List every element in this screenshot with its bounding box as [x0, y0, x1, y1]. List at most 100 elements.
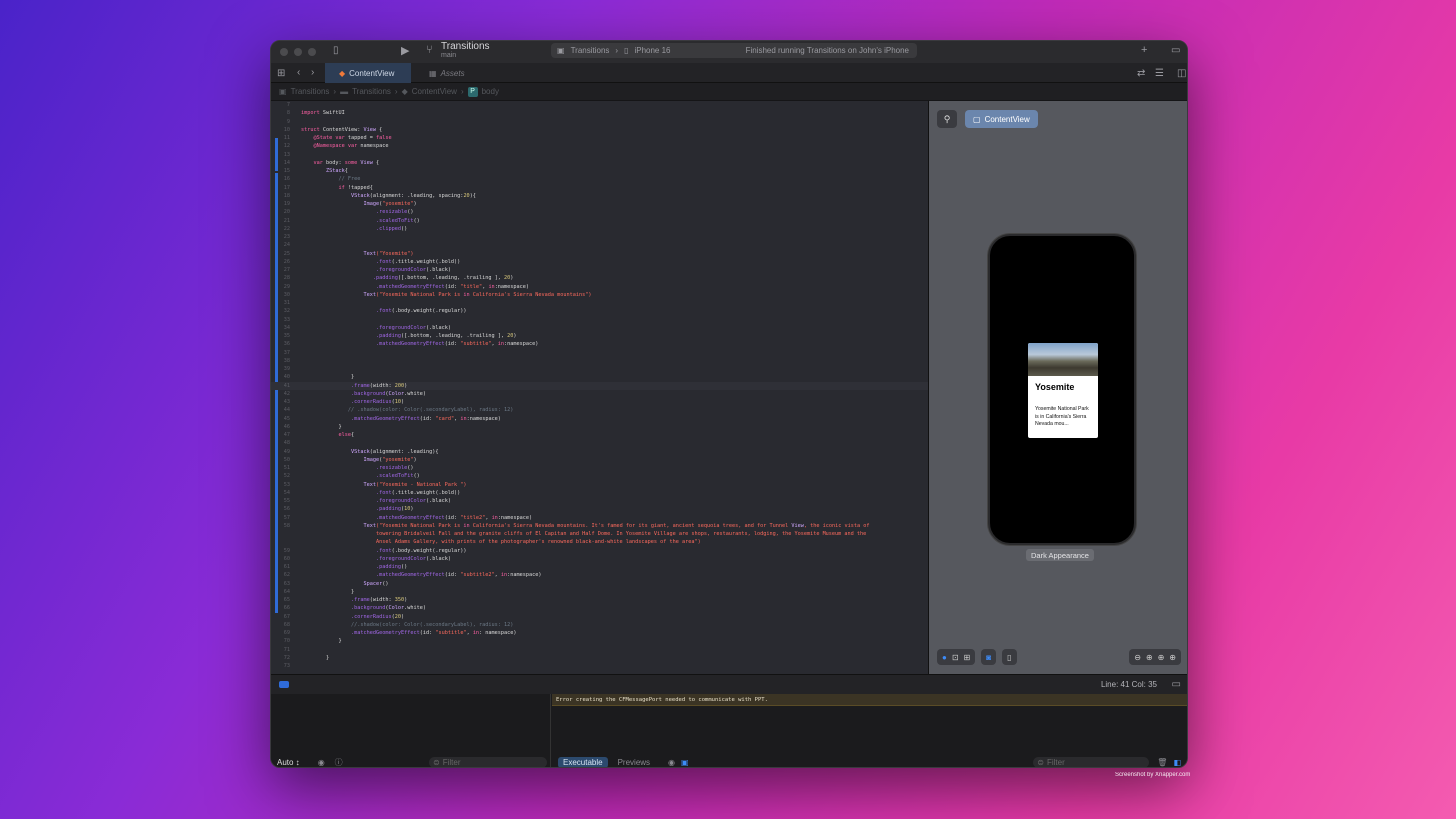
code-line[interactable]: 36 .matchedGeometryEffect(id: "subtitle"… [271, 340, 928, 348]
code-line[interactable]: 72 } [271, 654, 928, 662]
debug-area-toggle[interactable] [279, 681, 289, 688]
breadcrumb-item[interactable]: ContentView [412, 87, 457, 96]
grid-icon[interactable]: ⊞ [277, 68, 285, 79]
code-line[interactable]: 8 import SwiftUI [271, 109, 928, 117]
code-line[interactable]: 65 .frame(width: 350) [271, 596, 928, 604]
code-line[interactable]: 9 [271, 118, 928, 126]
eye-icon[interactable]: ◉ [668, 758, 675, 767]
code-line[interactable]: 59 .font(.body.weight(.regular)) [271, 547, 928, 555]
code-line[interactable]: 29 .matchedGeometryEffect(id: "title", i… [271, 283, 928, 291]
tab-assets[interactable]: ▦ Assets [415, 63, 479, 83]
panel-toggle-icon[interactable]: ▭ [1172, 679, 1181, 690]
zoom-100-icon[interactable]: ⊕ [1146, 653, 1153, 662]
play-icon[interactable]: ▶ [401, 44, 409, 57]
code-line[interactable]: 30 Text("Yosemite National Park is in Ca… [271, 291, 928, 299]
code-line[interactable]: 13 [271, 151, 928, 159]
yosemite-card[interactable]: Yosemite Yosemite National Park is in Ca… [1028, 343, 1098, 438]
live-icon[interactable]: ● [942, 653, 947, 662]
code-line[interactable]: 15 ZStack{ [271, 167, 928, 175]
appearance-label[interactable]: Dark Appearance [1026, 549, 1094, 561]
device-button[interactable]: ▯ [1002, 649, 1017, 665]
editor-options-icon[interactable]: ☰ [1155, 68, 1164, 79]
back-icon[interactable]: ‹ [297, 67, 300, 78]
breadcrumb-item[interactable]: Transitions [352, 87, 391, 96]
tab-contentview[interactable]: ◆ ContentView [325, 63, 411, 83]
code-line[interactable]: 10 struct ContentView: View { [271, 126, 928, 134]
code-line[interactable]: 62 .matchedGeometryEffect(id: "subtitle2… [271, 571, 928, 579]
auto-selector[interactable]: Auto ↕ [277, 758, 300, 767]
code-line[interactable]: 49 VStack(alignment: .leading){ [271, 448, 928, 456]
split-icon[interactable]: ◧ [1173, 758, 1181, 767]
code-line[interactable]: 52 .scaledToFit() [271, 472, 928, 480]
variants-icon[interactable]: ⊞ [964, 653, 971, 662]
pin-icon[interactable]: ⚲ [937, 110, 957, 128]
code-line[interactable]: 22 .clipped() [271, 225, 928, 233]
zoom-button[interactable] [308, 48, 316, 56]
code-line[interactable]: 64 } [271, 588, 928, 596]
code-line[interactable]: 63 Spacer() [271, 580, 928, 588]
console-filter[interactable]: ⊜ Filter [1033, 756, 1150, 767]
code-line[interactable]: 37 [271, 349, 928, 357]
code-line[interactable]: 60 .foregroundColor(.black) [271, 555, 928, 563]
code-line[interactable]: 12 @Namespace var namespace [271, 142, 928, 150]
zoom-fit-icon[interactable]: ⊕ [1158, 653, 1165, 662]
code-line[interactable]: 50 Image("yosemite") [271, 456, 928, 464]
refresh-icon[interactable]: ⇄ [1137, 68, 1145, 79]
code-line[interactable]: 14 var body: some View { [271, 159, 928, 167]
code-line[interactable]: 20 .resizable() [271, 208, 928, 216]
code-line[interactable]: 23 [271, 233, 928, 241]
scheme-target[interactable]: Transitions [571, 46, 610, 55]
code-line[interactable]: 27 .foregroundColor(.black) [271, 266, 928, 274]
selectable-icon[interactable]: ⊡ [952, 653, 959, 662]
code-line[interactable]: 66 .background(Color.white) [271, 604, 928, 612]
code-line[interactable]: 41 .frame(width: 200) [271, 381, 928, 390]
code-line[interactable]: 54 .font(.title.weight(.bold)) [271, 489, 928, 497]
minimize-button[interactable] [294, 48, 302, 56]
code-line[interactable]: 16 // Free [271, 175, 928, 183]
trash-icon[interactable]: 🗑 [1157, 758, 1167, 767]
info-icon[interactable]: ⓘ [335, 757, 343, 768]
code-line[interactable]: 24 [271, 241, 928, 249]
code-line[interactable]: 57 .matchedGeometryEffect(id: "title2", … [271, 514, 928, 522]
inspector-toggle-icon[interactable]: ▭ [1171, 45, 1180, 56]
code-line[interactable]: 58 Text("Yosemite National Park is in Ca… [271, 522, 928, 530]
code-line[interactable]: 35 .padding([.bottom, .leading, .trailin… [271, 332, 928, 340]
code-editor[interactable]: 7 8 import SwiftUI 9 10 struct ContentView: V… [271, 101, 928, 674]
code-line[interactable]: 26 .font(.title.weight(.bold)) [271, 258, 928, 266]
code-line[interactable]: 44 // .shadow(color: Color(.secondaryLab… [271, 406, 928, 414]
eye-icon[interactable]: ◉ [318, 758, 325, 767]
code-line[interactable]: 42 .background(Color.white) [271, 390, 928, 398]
code-line[interactable]: towering Bridalveil Fall and the granite… [271, 530, 928, 538]
device-preview[interactable]: Yosemite Yosemite National Park is in Ca… [988, 234, 1136, 545]
breadcrumb-item[interactable]: body [482, 87, 499, 96]
code-line[interactable]: 71 [271, 646, 928, 654]
forward-icon[interactable]: › [311, 67, 314, 78]
plus-icon[interactable]: + [1141, 44, 1147, 56]
code-line[interactable]: 19 Image("yosemite") [271, 200, 928, 208]
code-line[interactable]: 32 .font(.body.weight(.regular)) [271, 307, 928, 315]
code-line[interactable]: 51 .resizable() [271, 464, 928, 472]
code-line[interactable]: 67 .cornerRadius(20) [271, 613, 928, 621]
tab-previews[interactable]: Previews [618, 758, 650, 767]
scheme-selector[interactable]: ▣ Transitions › ▯ iPhone 16 Finished run… [551, 43, 917, 58]
code-line[interactable]: 68 //.shadow(color: Color(.secondaryLabe… [271, 621, 928, 629]
code-line[interactable]: 53 Text("Yosemite - National Park ") [271, 481, 928, 489]
code-line[interactable]: 18 VStack(alignment: .leading, spacing:2… [271, 192, 928, 200]
code-line[interactable]: 40 } [271, 373, 928, 381]
zoom-in-icon[interactable]: ⊕ [1169, 653, 1176, 662]
run-destination[interactable]: iPhone 16 [634, 46, 670, 55]
code-line[interactable]: 17 if !tapped{ [271, 184, 928, 192]
code-line[interactable]: 47 else{ [271, 431, 928, 439]
code-line[interactable]: 70 } [271, 637, 928, 645]
split-editor-icon[interactable]: ◫ [1177, 68, 1186, 79]
code-line[interactable]: 38 [271, 357, 928, 365]
code-line[interactable]: 46 } [271, 423, 928, 431]
variables-filter[interactable]: ⊜ Filter [429, 756, 547, 767]
preview-view-chip[interactable]: ▢ ContentView [965, 110, 1038, 128]
device-settings-button[interactable]: ◙ [981, 649, 997, 665]
code-line[interactable]: 73 [271, 662, 928, 670]
close-button[interactable] [280, 48, 288, 56]
code-line[interactable]: 61 .padding() [271, 563, 928, 571]
code-line[interactable]: 33 [271, 316, 928, 324]
code-line[interactable]: 11 @State var tapped = false [271, 134, 928, 142]
